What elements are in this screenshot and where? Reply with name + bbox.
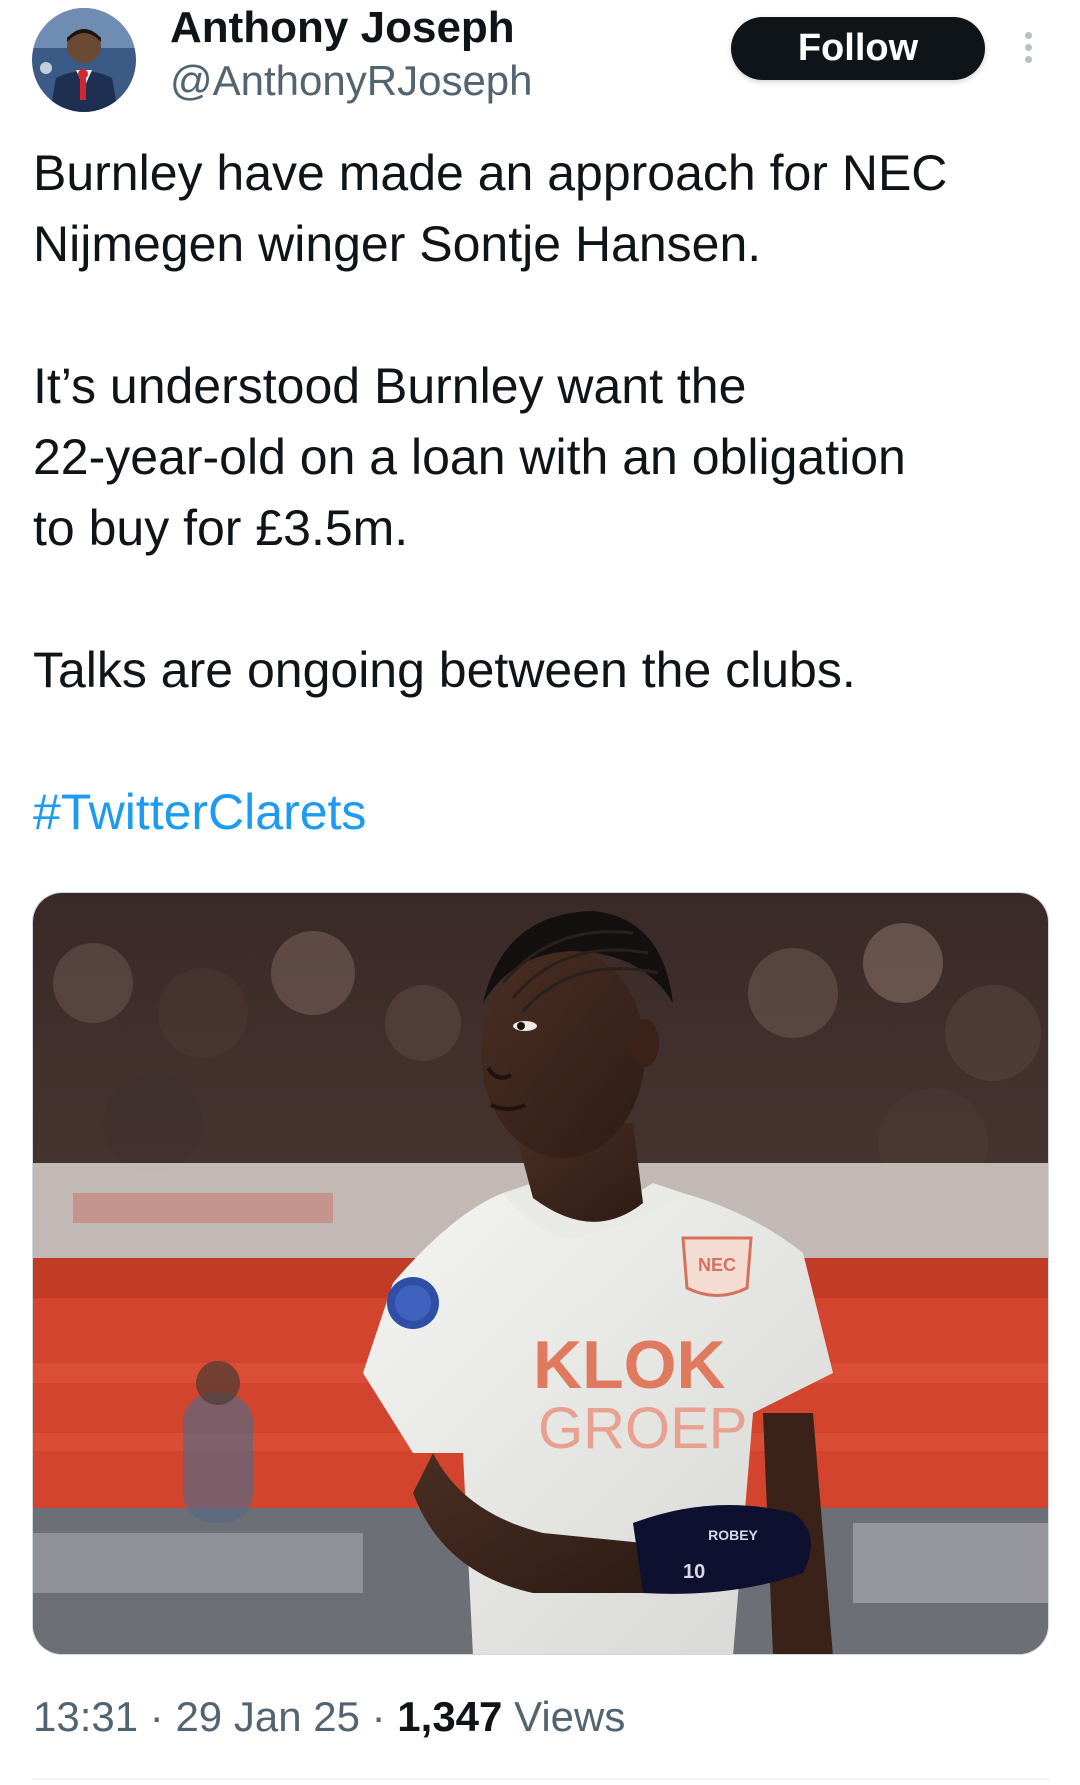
follow-button[interactable]: Follow <box>731 17 985 80</box>
more-dot <box>1024 55 1032 63</box>
tweet-line: Burnley have made an approach for NEC <box>33 145 948 201</box>
tweet-line: Nijmegen winger Sontje Hansen. <box>33 216 762 272</box>
bottom-divider <box>32 1778 1049 1780</box>
views-count: 1,347 <box>397 1693 503 1740</box>
tweet-paragraph-2: It’s understood Burnley want the 22-year… <box>33 351 1053 564</box>
tweet-body: Burnley have made an approach for NEC Ni… <box>33 138 1053 848</box>
more-dot <box>1024 31 1032 39</box>
meta-separator: · <box>149 1693 164 1740</box>
glove-brand-text: ROBEY <box>708 1527 758 1543</box>
meta-separator: · <box>371 1693 386 1740</box>
glove-number-text: 10 <box>683 1561 705 1583</box>
tweet-meta: 13:31 · 29 Jan 25 · 1,347 Views <box>33 1691 625 1743</box>
tweet-line: Talks are ongoing between the clubs. <box>33 642 856 698</box>
tweet-date[interactable]: 29 Jan 25 <box>175 1693 360 1740</box>
photo-footballer: NEC KLOK GROEP ROBEY 10 <box>33 893 1048 1654</box>
tweet-line: 22-year-old on a loan with an obligation <box>33 429 906 485</box>
hashtag-link[interactable]: #TwitterClarets <box>33 784 366 840</box>
author-handle[interactable]: @AnthonyRJoseph <box>170 56 533 106</box>
shirt-crest: NEC <box>681 1236 753 1297</box>
author-avatar[interactable] <box>32 8 136 112</box>
shirt-sponsor-line2: GROEP <box>538 1396 748 1461</box>
tweet-line: to buy for £3.5m. <box>33 500 409 556</box>
tweet-time[interactable]: 13:31 <box>33 1693 138 1740</box>
tweet-paragraph-1: Burnley have made an approach for NEC Ni… <box>33 138 1053 280</box>
tweet-line: It’s understood Burnley want the <box>33 358 747 414</box>
crest-text: NEC <box>698 1255 736 1275</box>
more-options-icon[interactable] <box>1010 22 1046 72</box>
avatar-image <box>32 8 136 112</box>
shirt-sponsor-line1: KLOK <box>533 1327 726 1403</box>
author-display-name[interactable]: Anthony Joseph <box>170 2 515 54</box>
tweet-media-photo[interactable]: NEC KLOK GROEP ROBEY 10 <box>32 892 1049 1655</box>
views-label: Views <box>514 1693 626 1740</box>
tweet-paragraph-3: Talks are ongoing between the clubs. <box>33 635 1053 706</box>
tweet-hashtag-line: #TwitterClarets <box>33 777 1053 848</box>
tweet-header: Anthony Joseph @AnthonyRJoseph Follow <box>0 0 1080 130</box>
more-dot <box>1024 43 1032 51</box>
